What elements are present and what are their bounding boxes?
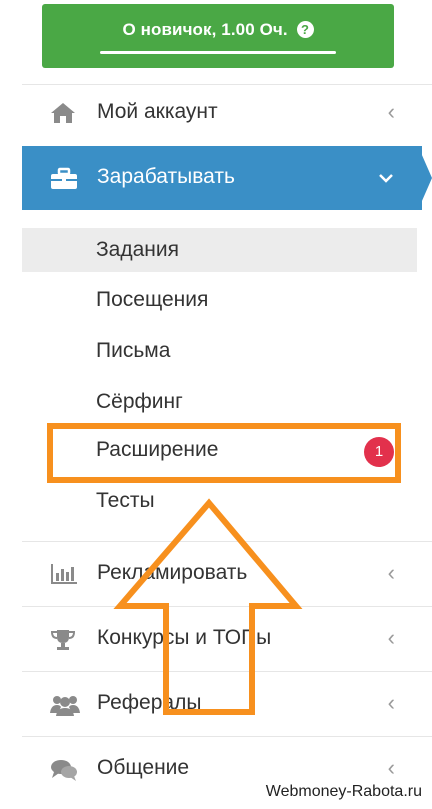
- sidebar-item-contests[interactable]: Конкурсы и ТОПы ‹: [22, 607, 417, 671]
- status-underline: [100, 51, 336, 54]
- sidebar-item-account[interactable]: Мой аккаунт ‹: [22, 81, 417, 145]
- users-icon: [50, 693, 80, 717]
- chevron-left-icon: ‹: [387, 560, 395, 585]
- earn-submenu: Задания Посещения Письма Сёрфинг Расшире…: [22, 228, 417, 540]
- sidebar-item-advertise[interactable]: Рекламировать ‹: [22, 542, 417, 606]
- highlight-box-annotation: [47, 423, 401, 483]
- trophy-icon: [50, 628, 78, 652]
- submenu-item-tests[interactable]: Тесты: [22, 479, 417, 523]
- bar-chart-icon: [50, 563, 78, 587]
- chevron-left-icon: ‹: [387, 755, 395, 780]
- submenu-item-label: Тесты: [96, 489, 155, 512]
- sidebar-item-label: Общение: [97, 756, 190, 779]
- watermark: Webmoney-Rabota.ru: [263, 783, 424, 801]
- submenu-item-label: Посещения: [96, 288, 209, 311]
- status-text: О новичок, 1.00 Оч. ?: [42, 20, 394, 40]
- submenu-item-label: Письма: [96, 339, 171, 362]
- sidebar-item-earn[interactable]: Зарабатывать: [22, 146, 422, 210]
- comments-icon: [50, 758, 78, 782]
- sidebar-item-label: Рефералы: [97, 691, 202, 714]
- submenu-item-letters[interactable]: Письма: [22, 329, 417, 373]
- top-bar: О новичок, 1.00 Оч. ?: [0, 0, 432, 84]
- status-label: О новичок, 1.00 Оч.: [122, 20, 288, 39]
- sidebar-item-label: Мой аккаунт: [97, 100, 218, 123]
- active-indicator-arrow: [418, 146, 432, 210]
- submenu-item-tasks[interactable]: Задания: [22, 228, 417, 272]
- submenu-item-label: Сёрфинг: [96, 390, 183, 413]
- chevron-left-icon: ‹: [387, 690, 395, 715]
- submenu-item-visits[interactable]: Посещения: [22, 278, 417, 322]
- home-icon: [50, 102, 78, 126]
- submenu-item-label: Задания: [96, 238, 179, 261]
- chevron-down-icon: [378, 170, 394, 188]
- sidebar-item-label: Конкурсы и ТОПы: [97, 626, 272, 649]
- sidebar-item-label: Зарабатывать: [97, 165, 235, 188]
- sidebar-item-referrals[interactable]: Рефералы ‹: [22, 672, 417, 736]
- sidebar-item-label: Рекламировать: [97, 561, 248, 584]
- chevron-left-icon: ‹: [387, 99, 395, 124]
- help-icon[interactable]: ?: [296, 21, 314, 38]
- submenu-item-surfing[interactable]: Сёрфинг: [22, 380, 417, 424]
- status-pill[interactable]: О новичок, 1.00 Оч. ?: [42, 4, 394, 68]
- briefcase-icon: [50, 167, 78, 191]
- chevron-left-icon: ‹: [387, 625, 395, 650]
